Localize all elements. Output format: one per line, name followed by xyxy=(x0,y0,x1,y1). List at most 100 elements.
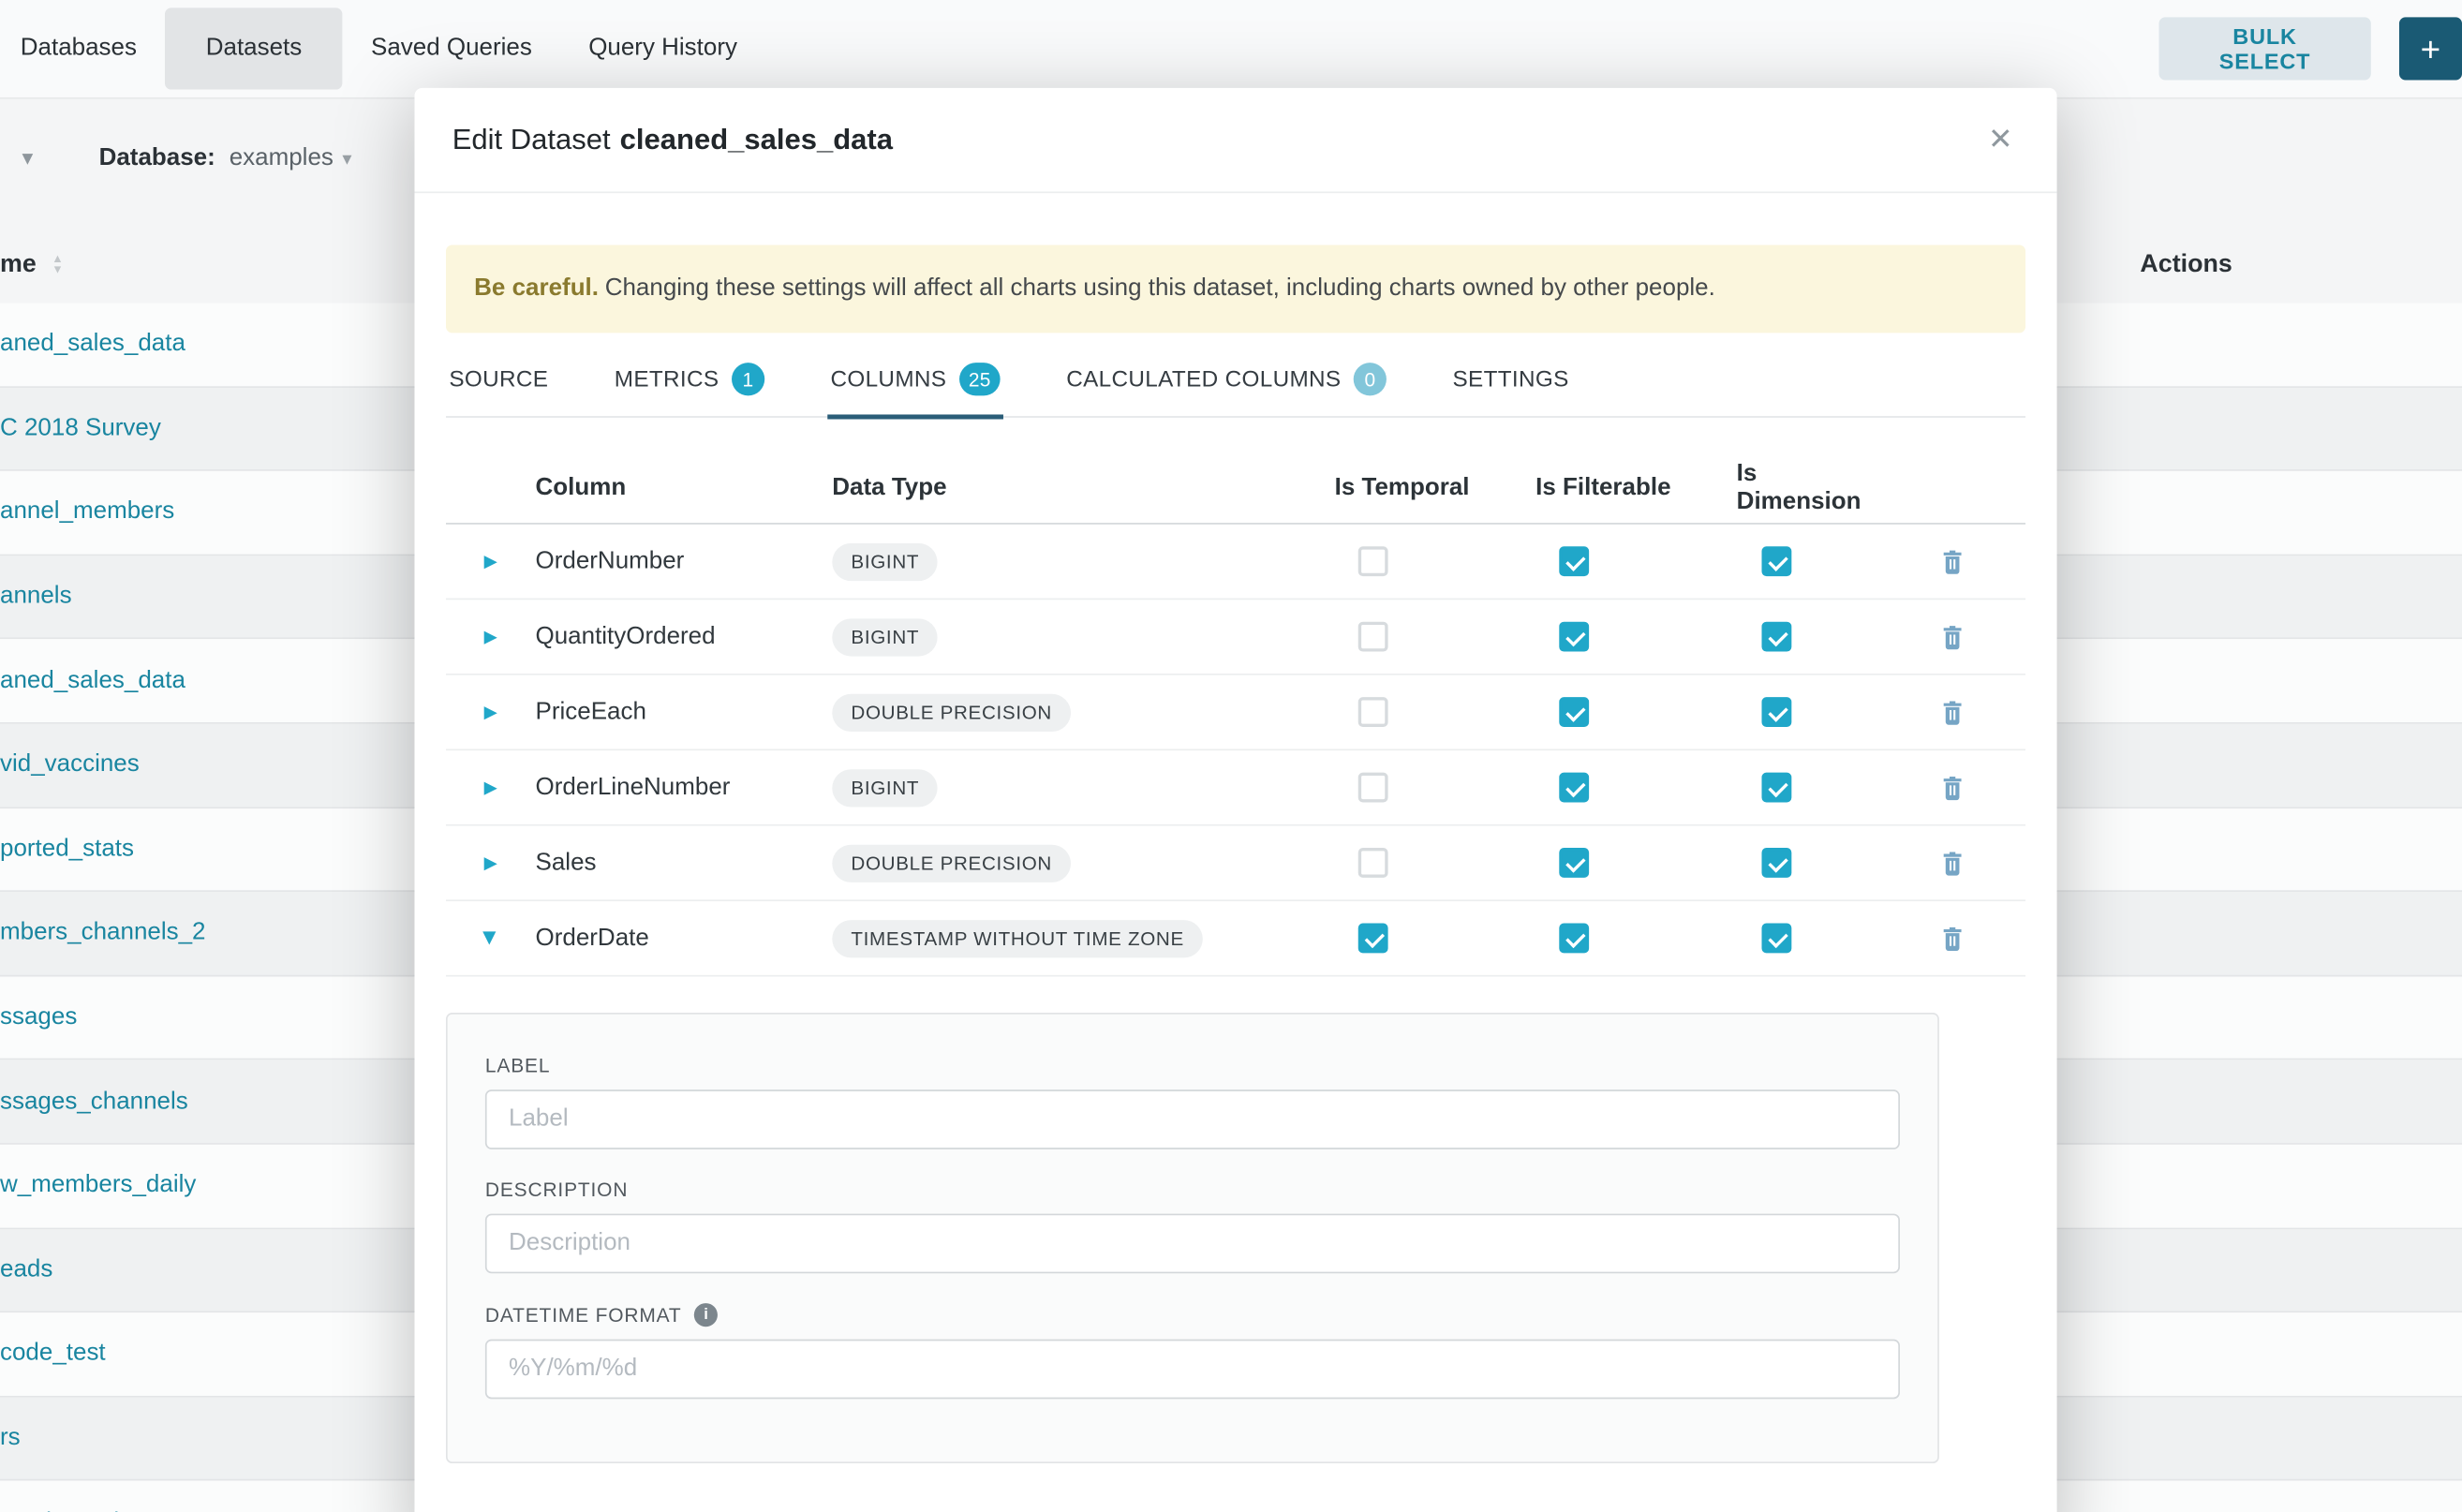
dataset-link[interactable]: rs_channels-uzooNNtSRO xyxy=(0,1508,287,1512)
is-temporal-checkbox[interactable] xyxy=(1357,622,1387,652)
bulk-select-button[interactable]: BULK SELECT xyxy=(2159,17,2371,80)
edit-dataset-modal: Edit Datasetcleaned_sales_data ✕ Be care… xyxy=(414,88,2056,1512)
dataset-link[interactable]: rs xyxy=(0,1424,21,1452)
tab-metrics[interactable]: METRICS 1 xyxy=(611,360,767,416)
metrics-count-badge: 1 xyxy=(732,363,764,395)
data-type-pill: BIGINT xyxy=(832,618,938,656)
nav-tab-datasets[interactable]: Datasets xyxy=(165,7,343,89)
datetime-format-input[interactable] xyxy=(485,1340,1900,1400)
app-root: Databases Datasets Saved Queries Query H… xyxy=(0,0,2462,1512)
column-name: OrderLineNumber xyxy=(536,773,833,801)
dataset-link[interactable]: w_members_daily xyxy=(0,1172,196,1200)
is-temporal-checkbox[interactable] xyxy=(1357,848,1387,878)
is-filterable-checkbox[interactable] xyxy=(1558,697,1588,727)
label-field-label: LABEL xyxy=(485,1055,1900,1076)
dataset-link[interactable]: ssages_channels xyxy=(0,1088,188,1116)
dataset-link[interactable]: annel_members xyxy=(0,498,174,526)
warning-banner-bold: Be careful. xyxy=(474,274,599,303)
collapse-caret-icon[interactable]: ▶ xyxy=(481,931,501,944)
tab-metrics-label: METRICS xyxy=(615,366,719,392)
description-field-label: DESCRIPTION xyxy=(485,1179,1900,1201)
data-type-pill: DOUBLE PRECISION xyxy=(832,844,1071,882)
is-filterable-checkbox[interactable] xyxy=(1558,546,1588,576)
database-filter-label: Database: xyxy=(99,144,215,172)
is-dimension-header: Is Dimension xyxy=(1674,460,1878,516)
is-filterable-checkbox[interactable] xyxy=(1558,923,1588,953)
nav-tab-query-history[interactable]: Query History xyxy=(560,0,765,97)
calculated-columns-count-badge: 0 xyxy=(1354,363,1387,395)
columns-table-header: Column Data Type Is Temporal Is Filterab… xyxy=(446,453,2025,524)
sort-icon[interactable]: ▲ ▼ xyxy=(52,253,63,274)
dataset-link[interactable]: annels xyxy=(0,583,72,611)
nav-tab-saved-queries[interactable]: Saved Queries xyxy=(343,0,560,97)
expand-caret-icon[interactable]: ▶ xyxy=(484,551,497,571)
dataset-link[interactable]: mbers_channels_2 xyxy=(0,919,206,947)
dataset-link[interactable]: aned_sales_data xyxy=(0,330,185,358)
column-row: ▶ Sales DOUBLE PRECISION xyxy=(446,826,2025,901)
column-row: ▶ OrderLineNumber BIGINT xyxy=(446,750,2025,825)
is-filterable-header: Is Filterable xyxy=(1473,474,1674,502)
tab-columns[interactable]: COLUMNS 25 xyxy=(827,360,1003,416)
expand-caret-icon[interactable]: ▶ xyxy=(484,702,497,722)
column-detail-panel: LABEL DESCRIPTION DATETIME FORMAT i xyxy=(446,1013,1939,1463)
data-type-header: Data Type xyxy=(832,474,1271,502)
column-row: ▶ PriceEach DOUBLE PRECISION xyxy=(446,675,2025,750)
warning-banner: Be careful. Changing these settings will… xyxy=(446,245,2025,333)
label-input[interactable] xyxy=(485,1090,1900,1149)
delete-icon[interactable] xyxy=(1941,548,1965,574)
add-dataset-button[interactable]: + xyxy=(2399,17,2462,80)
nav-actions: BULK SELECT + xyxy=(2159,0,2462,97)
chevron-down-icon[interactable]: ▾ xyxy=(342,148,351,170)
is-dimension-checkbox[interactable] xyxy=(1761,773,1791,803)
data-type-pill: DOUBLE PRECISION xyxy=(832,693,1071,731)
expand-caret-icon[interactable]: ▶ xyxy=(484,778,497,798)
info-icon[interactable]: i xyxy=(694,1303,718,1327)
database-filter-value[interactable]: examples xyxy=(230,144,334,172)
chevron-down-icon[interactable]: ▾ xyxy=(22,144,33,170)
dataset-link[interactable]: ported_stats xyxy=(0,835,134,863)
tab-source[interactable]: SOURCE xyxy=(446,360,552,416)
dataset-link[interactable]: code_test xyxy=(0,1340,106,1368)
is-dimension-checkbox[interactable] xyxy=(1761,923,1791,953)
tab-calculated-columns[interactable]: CALCULATED COLUMNS 0 xyxy=(1063,360,1390,416)
close-icon[interactable]: ✕ xyxy=(1981,115,2019,164)
expand-caret-icon[interactable]: ▶ xyxy=(484,852,497,873)
delete-icon[interactable] xyxy=(1941,774,1965,800)
dataset-link[interactable]: ssages xyxy=(0,1003,77,1031)
dataset-link[interactable]: C 2018 Survey xyxy=(0,414,161,442)
is-filterable-checkbox[interactable] xyxy=(1558,848,1588,878)
plus-icon: + xyxy=(2421,30,2441,69)
delete-icon[interactable] xyxy=(1941,623,1965,649)
tab-columns-label: COLUMNS xyxy=(830,366,946,392)
name-column-header: me xyxy=(0,251,37,279)
dataset-link[interactable]: vid_vaccines xyxy=(0,751,140,779)
column-name: OrderNumber xyxy=(536,547,833,575)
is-dimension-checkbox[interactable] xyxy=(1761,697,1791,727)
is-dimension-checkbox[interactable] xyxy=(1761,848,1791,878)
is-temporal-checkbox[interactable] xyxy=(1357,773,1387,803)
is-filterable-checkbox[interactable] xyxy=(1558,622,1588,652)
is-filterable-checkbox[interactable] xyxy=(1558,773,1588,803)
delete-icon[interactable] xyxy=(1941,699,1965,725)
is-temporal-checkbox[interactable] xyxy=(1357,546,1387,576)
tab-settings[interactable]: SETTINGS xyxy=(1449,360,1572,416)
dataset-link[interactable]: aned_sales_data xyxy=(0,667,185,695)
expand-caret-icon[interactable]: ▶ xyxy=(484,627,497,647)
column-row: ▶ OrderNumber BIGINT xyxy=(446,525,2025,600)
is-temporal-checkbox[interactable] xyxy=(1357,697,1387,727)
is-dimension-checkbox[interactable] xyxy=(1761,622,1791,652)
column-row: ▶ OrderDate TIMESTAMP WITHOUT TIME ZONE xyxy=(446,901,2025,976)
tab-source-label: SOURCE xyxy=(449,366,548,392)
description-input[interactable] xyxy=(485,1214,1900,1274)
top-nav: Databases Datasets Saved Queries Query H… xyxy=(0,0,2462,99)
delete-icon[interactable] xyxy=(1941,925,1965,951)
nav-tab-list: Databases Datasets Saved Queries Query H… xyxy=(0,0,2462,97)
warning-banner-text: Changing these settings will affect all … xyxy=(605,274,1715,303)
delete-icon[interactable] xyxy=(1941,850,1965,876)
is-temporal-checkbox[interactable] xyxy=(1357,923,1387,953)
nav-tab-databases[interactable]: Databases xyxy=(0,0,165,97)
datetime-format-field-label: DATETIME FORMAT xyxy=(485,1304,682,1326)
is-dimension-checkbox[interactable] xyxy=(1761,546,1791,576)
dataset-link[interactable]: eads xyxy=(0,1256,52,1284)
columns-count-badge: 25 xyxy=(959,363,1001,395)
